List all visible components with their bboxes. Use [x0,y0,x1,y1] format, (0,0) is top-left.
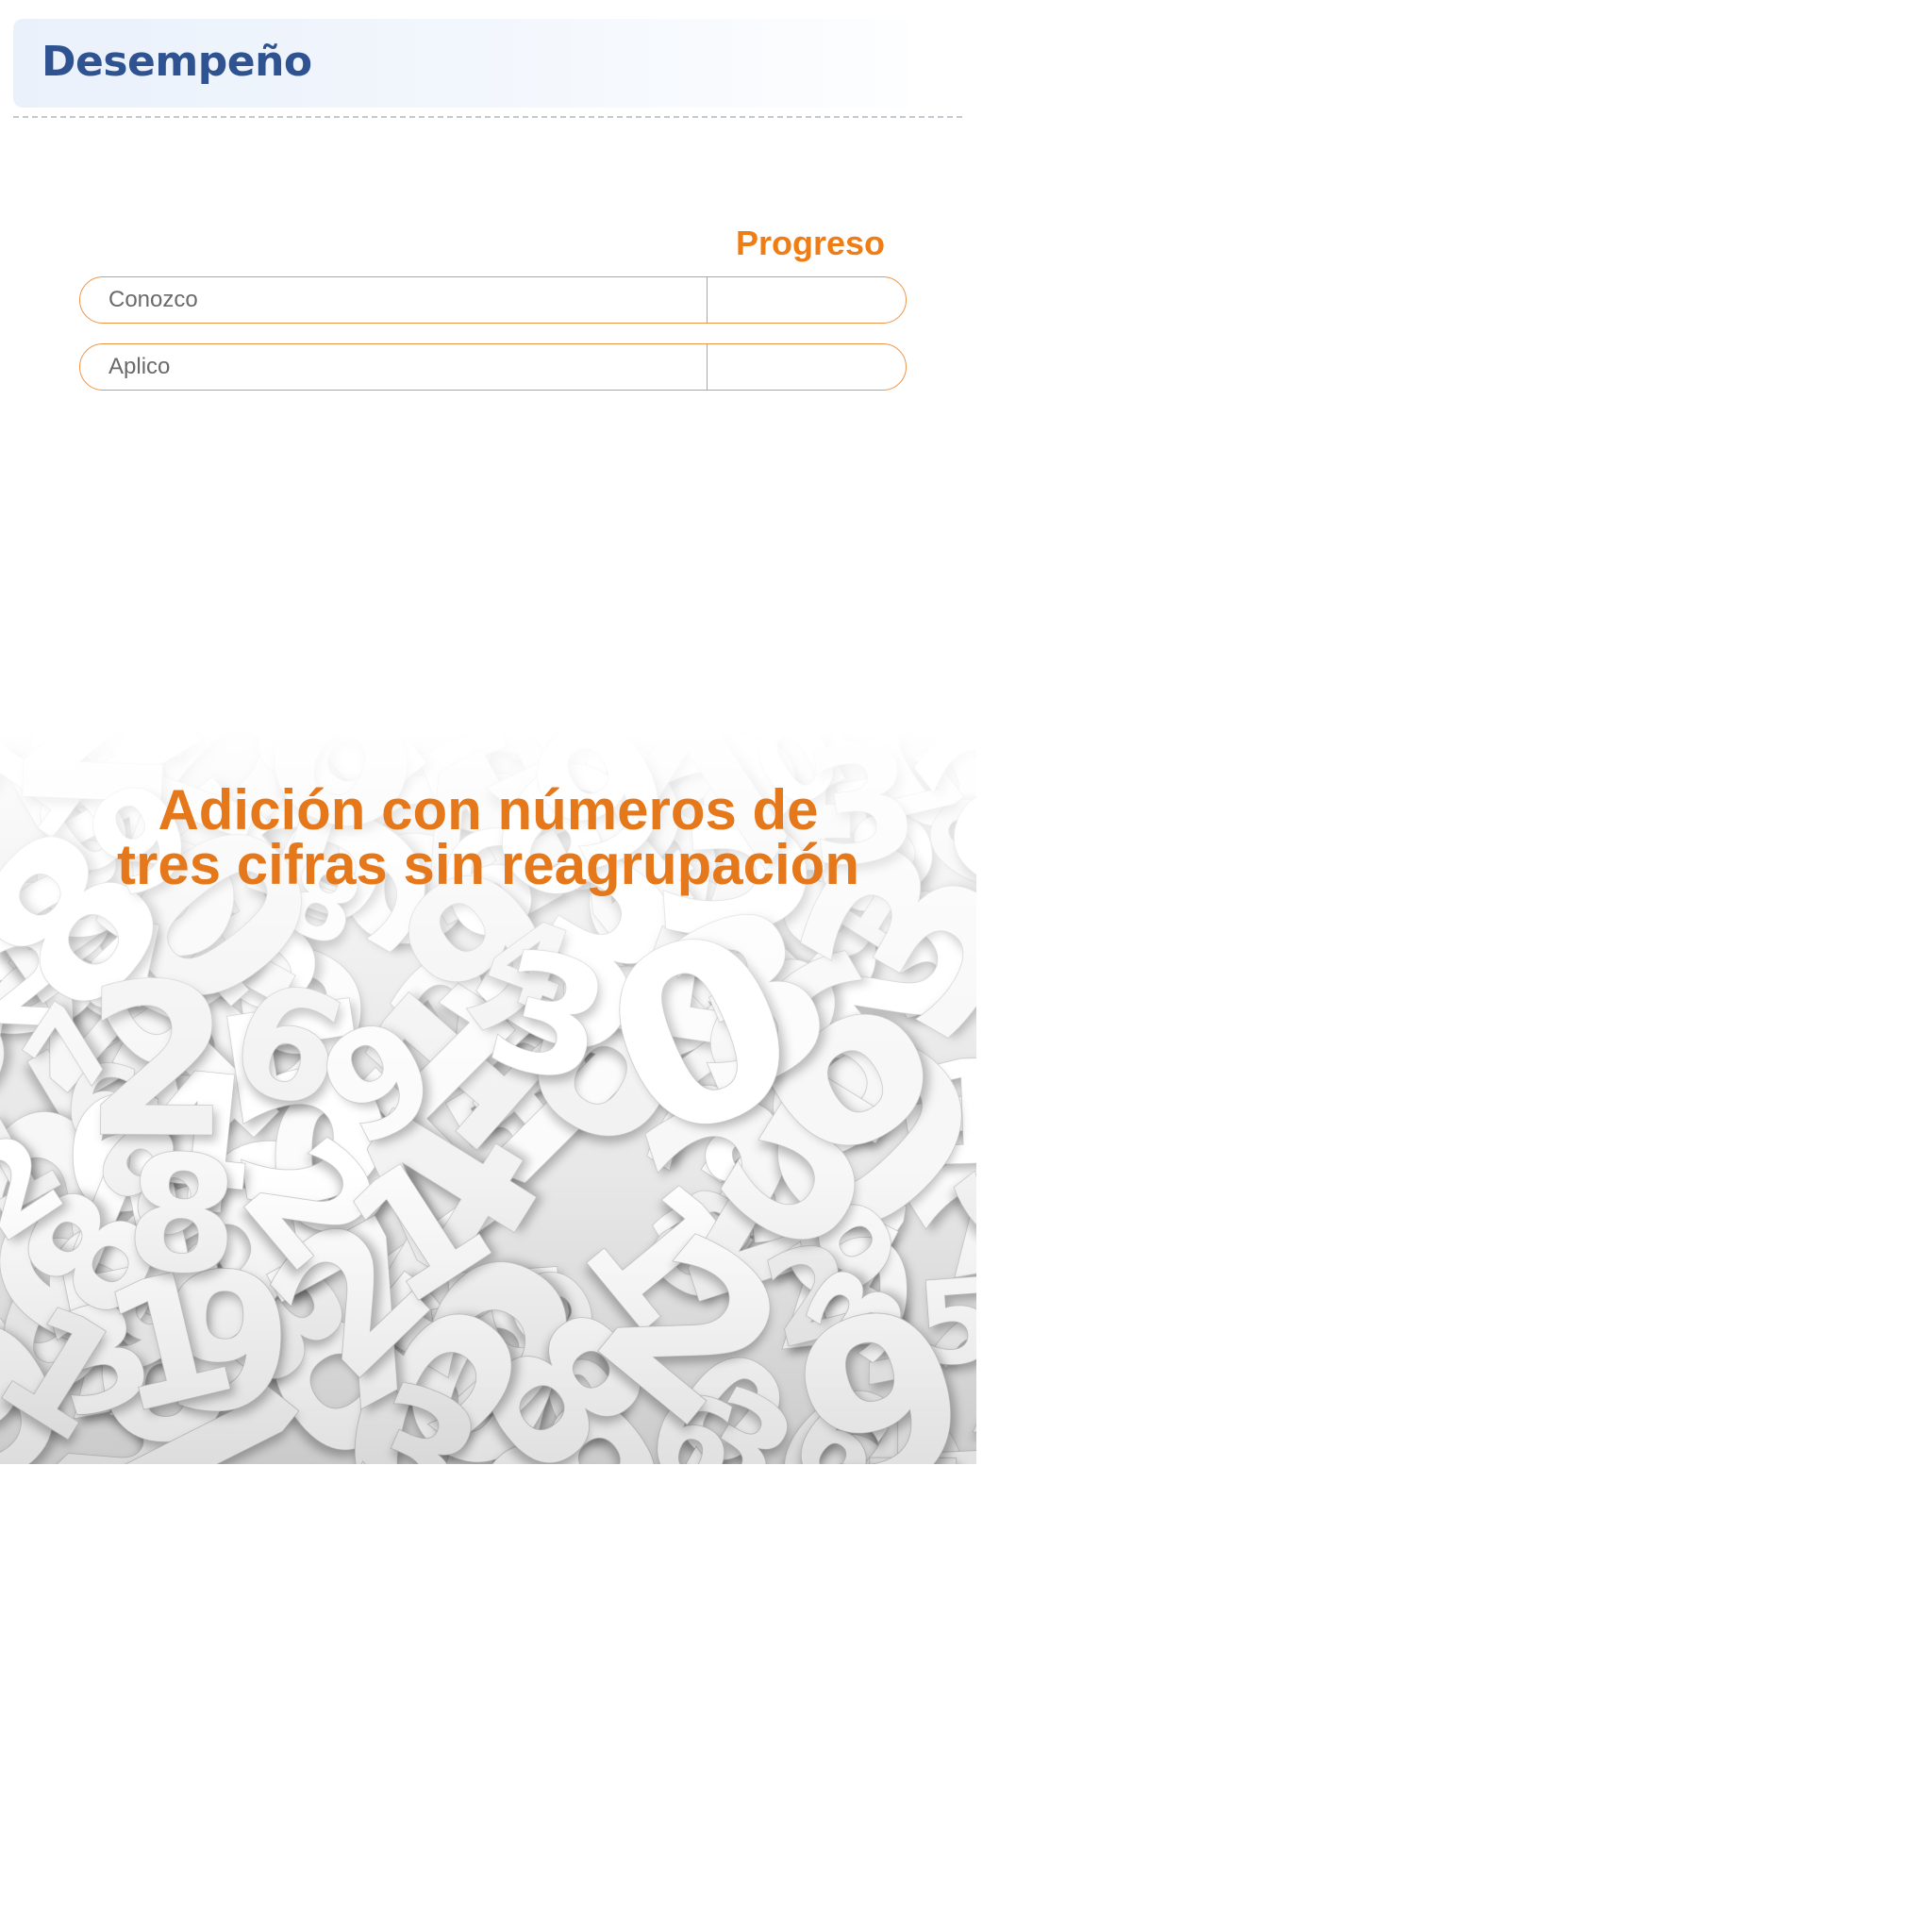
topic-banner: 5719523226818399760130498646783710635550… [0,731,976,1464]
progress-row-label: Conozco [108,287,198,312]
header-divider [13,116,962,118]
topic-title-line-1: Adición con números de [158,778,819,841]
progress-heading: Progreso [736,224,886,262]
topic-title: Adición con números de tres cifras sin r… [0,778,976,896]
page-title: Desempeño [42,38,312,86]
page: Desempeño Progreso Conozco Aplico Adició… [0,0,1932,1932]
row-divider [707,277,708,323]
progress-value-cell [708,344,906,390]
progress-row-label: Aplico [108,354,171,379]
progress-value-cell [708,277,906,323]
progress-row-aplico: Aplico [79,343,907,391]
row-divider [707,344,708,390]
topic-title-line-2: tres cifras sin reagrupación [117,833,859,896]
section-header: Desempeño [13,19,909,108]
progress-row-conozco: Conozco [79,276,907,324]
